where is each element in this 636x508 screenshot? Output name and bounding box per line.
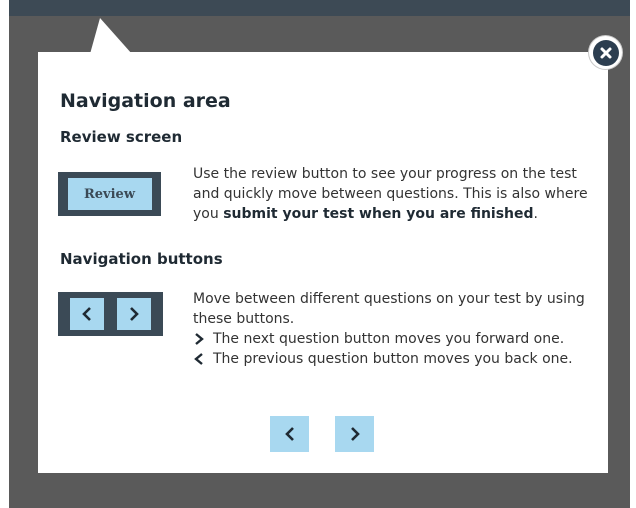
previous-page-button[interactable] xyxy=(270,416,309,452)
example-prev-button xyxy=(70,298,105,330)
next-note: The next question button moves you forwa… xyxy=(193,329,593,349)
chevron-right-icon xyxy=(350,427,360,441)
chevron-left-icon xyxy=(82,307,92,321)
prev-note: The previous question button moves you b… xyxy=(193,349,593,369)
chevron-right-icon xyxy=(129,307,139,321)
close-button[interactable] xyxy=(589,36,622,69)
review-description: Use the review button to see your progre… xyxy=(193,166,588,222)
chevron-left-icon xyxy=(193,352,209,366)
review-description-bold: submit your test when you are finished xyxy=(223,206,534,222)
review-screen-heading: Review screen xyxy=(60,128,183,146)
navigation-description-text: Move between different questions on your… xyxy=(193,291,585,327)
next-page-button[interactable] xyxy=(335,416,374,452)
navigation-buttons-heading: Navigation buttons xyxy=(60,250,223,268)
review-button-label: Review xyxy=(67,178,152,210)
top-bar xyxy=(9,0,630,16)
chevron-right-icon xyxy=(193,332,209,346)
example-next-button xyxy=(116,298,151,330)
close-icon xyxy=(592,39,619,66)
chevron-left-icon xyxy=(284,427,294,441)
modal-title: Navigation area xyxy=(60,90,231,112)
navigation-description: Move between different questions on your… xyxy=(193,289,593,369)
navigation-buttons-example xyxy=(58,292,163,336)
help-modal: Navigation area Review screen Review Use… xyxy=(38,52,608,473)
review-button-example: Review xyxy=(58,172,161,216)
